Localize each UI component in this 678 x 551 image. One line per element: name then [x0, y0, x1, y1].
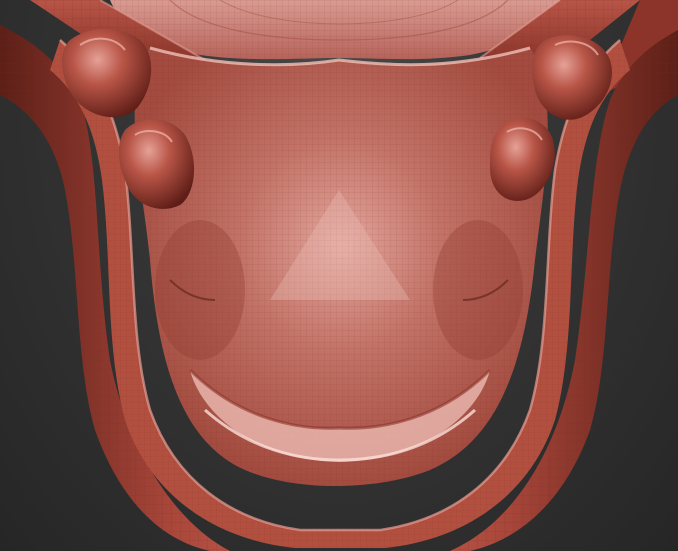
sculpted-mesh-render — [0, 0, 678, 551]
right-upper-knob — [532, 35, 612, 120]
3d-viewport[interactable] — [0, 0, 678, 551]
right-lower-knob — [490, 118, 555, 201]
left-lower-knob — [118, 119, 195, 209]
central-bowl — [134, 46, 548, 487]
